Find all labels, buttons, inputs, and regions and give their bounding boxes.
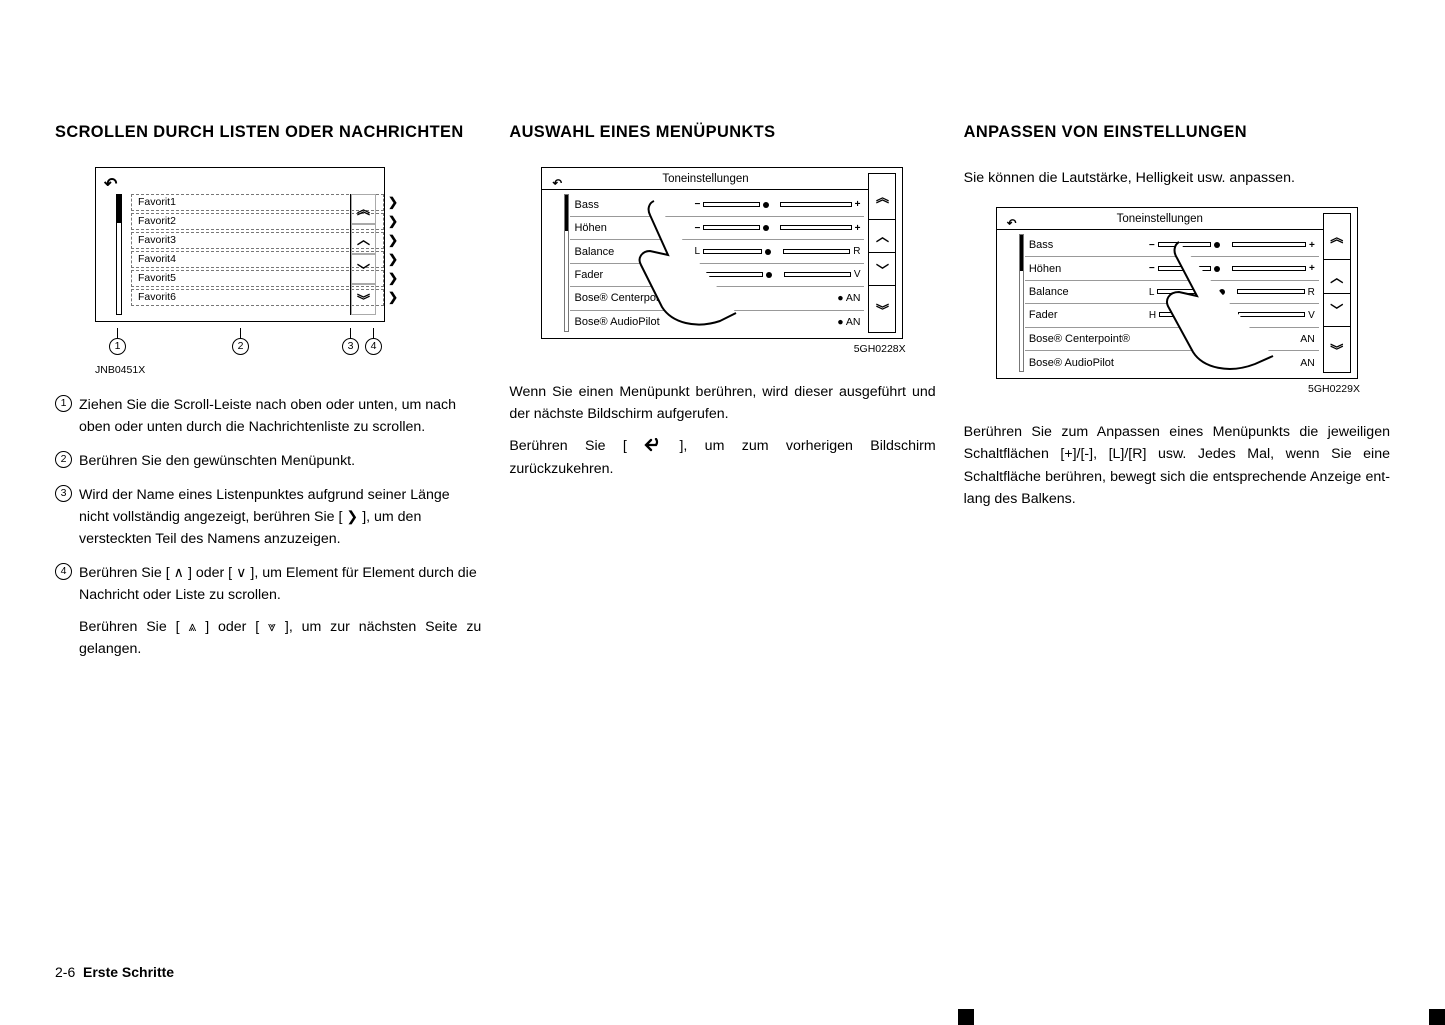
scrollbar-track[interactable] xyxy=(116,194,122,315)
figure-sound-settings-2: ↶Toneinstellungen Bass−+ Höhen−+ Balance… xyxy=(996,207,1358,379)
paragraph: Berühren Sie [ ], um zum vorherigen Bild… xyxy=(509,435,935,480)
scrollbar-thumb[interactable] xyxy=(117,195,122,223)
heading-scroll-lists: SCROLLEN DURCH LISTEN ODER NACHRICHTEN xyxy=(55,120,481,145)
list-item[interactable]: Favorit5❯ xyxy=(131,270,384,287)
page-down-double-icon[interactable]: ︾ xyxy=(868,285,896,332)
page-control: ︽ ︿ ﹀ ︾ xyxy=(350,194,376,315)
step-text: Berühren Sie den gewünschten Menü­punkt. xyxy=(79,450,355,472)
instruction-list: 1 Ziehen Sie die Scroll-Leiste nach oben … xyxy=(55,394,481,606)
step-number: 1 xyxy=(55,395,72,412)
paragraph: Sie können die Lautstärke, Helligkeit us… xyxy=(964,167,1390,189)
back-icon[interactable]: ↶ xyxy=(104,174,117,194)
screen-title: Toneinstellungen xyxy=(662,173,748,185)
step-text: Berühren Sie [ ∧ ] oder [ ∨ ], um Elemen… xyxy=(79,562,481,606)
section-title: Erste Schritte xyxy=(83,964,174,980)
page-down-double-icon[interactable]: ︾ xyxy=(1323,326,1351,373)
back-icon[interactable]: ↶ xyxy=(552,176,562,190)
figure-indicator-row: 1 2 3 4 xyxy=(95,328,481,360)
figure-favorites-list: ↶ Favorit1❯ Favorit2❯ Favorit3❯ Favorit4… xyxy=(95,167,385,322)
page-up-icon[interactable]: ︿ xyxy=(1323,259,1351,293)
sub-note: Berühren Sie [ ⩓ ] oder [ ⩔ ], um zur nä… xyxy=(55,616,481,661)
column-2: AUSWAHL EINES MENÜPUNKTS ↶ Toneinstellung… xyxy=(509,120,935,670)
figure-caption: 5GH0228X xyxy=(854,343,906,355)
column-3: ANPASSEN VON EINSTELLUNGEN Sie können di… xyxy=(964,120,1390,670)
back-arrow-icon xyxy=(644,438,662,452)
page-up-double-icon[interactable]: ︽ xyxy=(1323,213,1351,260)
chevron-icon[interactable]: ❯ xyxy=(387,290,399,304)
paragraph: Wenn Sie einen Menüpunkt berühren, wird … xyxy=(509,381,935,426)
step-number: 4 xyxy=(55,563,72,580)
paragraph: Berühren Sie zum Anpassen eines Menüpunk… xyxy=(964,421,1390,511)
page-footer: 2-6 Erste Schritte xyxy=(55,964,1390,980)
list-item[interactable]: Favorit6❯ xyxy=(131,289,384,306)
page-up-icon[interactable]: ︿ xyxy=(868,219,896,253)
page-down-icon[interactable]: ﹀ xyxy=(868,252,896,286)
list-item[interactable]: Favorit4❯ xyxy=(131,251,384,268)
chevron-icon[interactable]: ❯ xyxy=(387,195,399,209)
crop-mark xyxy=(1429,1009,1445,1025)
figure-sound-settings-1: ↶Toneinstellungen Bass−+ Höhen−+ Balance… xyxy=(541,167,903,339)
column-1: SCROLLEN DURCH LISTEN ODER NACHRICHTEN ↶… xyxy=(55,120,481,670)
step-text: Wird der Name eines Listenpunktes aufgru… xyxy=(79,484,481,550)
screen-title: Toneinstellungen xyxy=(1117,213,1203,225)
page-down-double-icon[interactable]: ︾ xyxy=(351,284,376,314)
figure-caption: 5GH0229X xyxy=(1308,383,1360,395)
page-up-icon[interactable]: ︿ xyxy=(351,224,376,254)
step-text: Ziehen Sie die Scroll-Leiste nach oben o… xyxy=(79,394,481,438)
print-marks xyxy=(0,1009,1445,1025)
chevron-icon[interactable]: ❯ xyxy=(387,214,399,228)
page-up-double-icon[interactable]: ︽ xyxy=(351,194,376,224)
manual-page: SCROLLEN DURCH LISTEN ODER NACHRICHTEN ↶… xyxy=(0,0,1445,1025)
heading-adjust-settings: ANPASSEN VON EINSTELLUNGEN xyxy=(964,120,1390,145)
chevron-icon[interactable]: ❯ xyxy=(387,271,399,285)
page-down-icon[interactable]: ﹀ xyxy=(1323,293,1351,327)
list-item[interactable]: Favorit2❯ xyxy=(131,213,384,230)
page-down-icon[interactable]: ﹀ xyxy=(351,254,376,284)
chevron-icon[interactable]: ❯ xyxy=(387,252,399,266)
list-item[interactable]: Favorit1❯ xyxy=(131,194,384,211)
list-item[interactable]: Favorit3❯ xyxy=(131,232,384,249)
heading-select-menu: AUSWAHL EINES MENÜPUNKTS xyxy=(509,120,935,145)
chevron-icon[interactable]: ❯ xyxy=(387,233,399,247)
figure-caption: JNB0451X xyxy=(95,364,451,376)
crop-mark xyxy=(958,1009,974,1025)
page-up-double-icon[interactable]: ︽ xyxy=(868,173,896,220)
back-icon[interactable]: ↶ xyxy=(1007,216,1017,230)
page-number: 2-6 xyxy=(55,964,75,980)
step-number: 2 xyxy=(55,451,72,468)
step-number: 3 xyxy=(55,485,72,502)
